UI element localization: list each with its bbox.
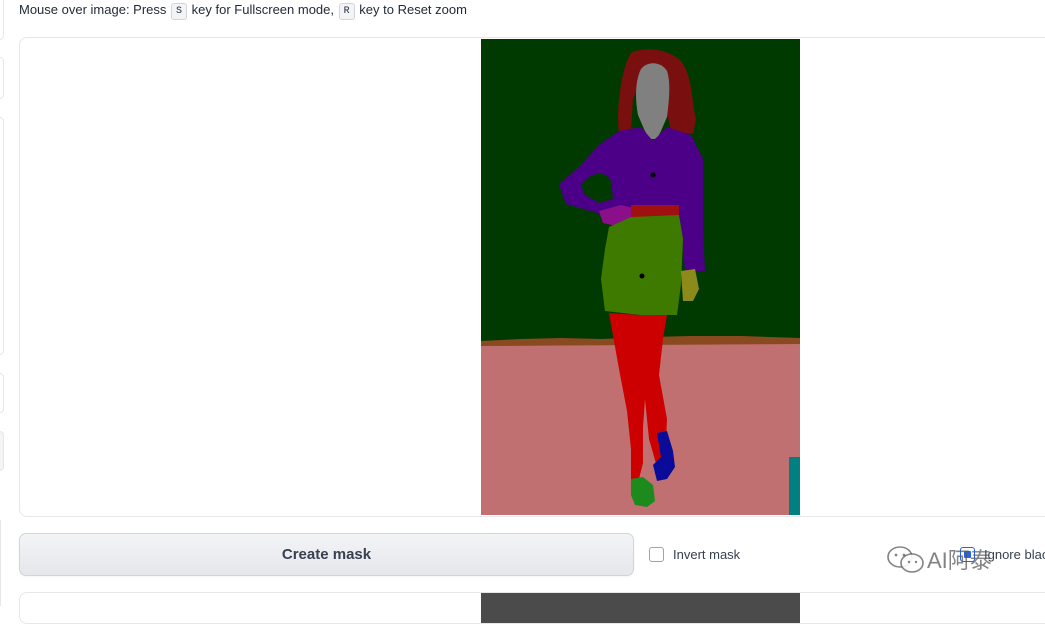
zoom-hint: Mouse over image: Press S key for Fullsc… [19,0,467,20]
watermark-text: AI阿泰 [927,548,992,573]
left-divider [0,520,1,606]
hint-suffix: key to Reset zoom [359,2,467,17]
wechat-icon [887,546,924,573]
key-s: S [171,3,188,20]
left-panel-edge [0,0,4,40]
segmentation-image-panel[interactable] [19,37,1045,517]
create-mask-button[interactable]: Create mask [19,533,634,576]
left-panel-edge [0,57,4,99]
left-panel-edge [0,117,4,355]
left-panel-edge [0,373,4,413]
watermark: AI阿泰 [885,543,992,575]
ignore-black-label: Ignore blac [984,546,1045,562]
seg-belt [631,205,679,217]
hint-prefix: Mouse over image: Press [19,2,167,17]
segmentation-image[interactable] [481,39,800,515]
seg-skirt [601,215,683,315]
left-panel-edge [0,431,4,471]
seg-button-dot [639,273,645,279]
seg-teal-object [789,457,800,515]
invert-mask-label: Invert mask [673,546,741,562]
mask-output-image [481,593,800,623]
seg-button-dot [650,172,656,178]
key-r: R [338,3,355,20]
segmentation-map [481,39,800,515]
mask-output-panel[interactable] [19,592,1045,624]
invert-mask-option[interactable]: Invert mask [649,544,740,564]
invert-mask-checkbox[interactable] [649,546,664,562]
hint-middle: key for Fullscreen mode, [191,2,335,17]
